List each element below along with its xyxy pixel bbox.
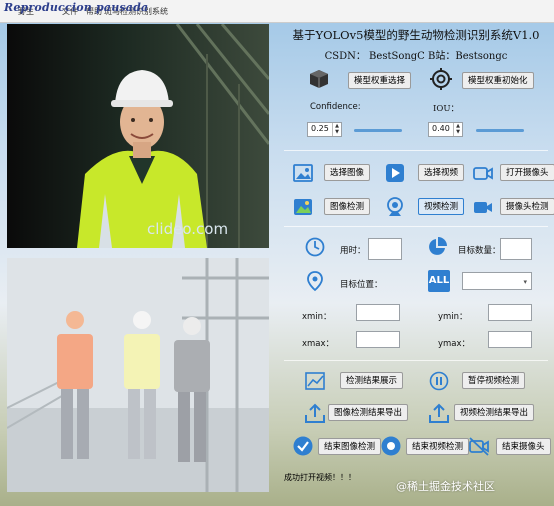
all-targets-icon: ALL: [428, 270, 450, 292]
divider: [284, 360, 548, 361]
pie-chart-icon: [429, 237, 447, 255]
model-cube-icon: [310, 70, 328, 88]
camera-detect-button[interactable]: 摄像头检测: [500, 198, 554, 215]
image-detect-button[interactable]: 图像检测: [324, 198, 371, 215]
confidence-label: Confidence:: [310, 102, 361, 112]
image-icon: [293, 164, 313, 182]
location-pin-icon: [307, 271, 323, 292]
video-watermark: clideo.com: [147, 220, 229, 238]
app-window: 野生 文件 帮助 斑马检测识别系统 Reproduccion pausada c…: [0, 0, 554, 506]
select-video-button[interactable]: 选择视频: [418, 164, 465, 181]
video-file-icon: [386, 164, 404, 182]
xmin-label: xmin：: [302, 312, 332, 322]
export-image-icon: [305, 403, 325, 423]
system-title: 基于YOLOv5模型的野生动物检测识别系统V1.0: [292, 28, 540, 42]
export-image-results-button[interactable]: 图像检测结果导出: [328, 404, 409, 421]
line-chart-icon: [305, 372, 325, 390]
target-count-output: [500, 238, 532, 260]
ymax-label: ymax：: [438, 339, 471, 349]
open-camera-button[interactable]: 打开摄像头: [500, 164, 554, 181]
camera-off-icon: [469, 437, 489, 456]
pause-icon: [429, 371, 449, 391]
xmin-output: [356, 304, 400, 321]
xmax-label: xmax：: [302, 339, 335, 349]
ymax-output: [488, 331, 532, 348]
iou-value: 0.40: [432, 124, 450, 133]
camera-outline-icon: [473, 167, 493, 180]
video-detect-button[interactable]: 视频检测: [418, 198, 465, 215]
original-video-pane: clideo.com: [7, 24, 269, 248]
confidence-slider[interactable]: [354, 129, 402, 132]
divider: [284, 226, 548, 227]
control-panel: 基于YOLOv5模型的野生动物检测识别系统V1.0 CSDN： BestSong…: [278, 22, 554, 506]
pause-video-detect-button[interactable]: 暂停视频检测: [462, 372, 526, 389]
iou-spin-arrows-icon[interactable]: ▲ ▼: [453, 123, 462, 136]
target-init-icon: [430, 68, 452, 90]
ymin-label: ymin：: [438, 312, 468, 322]
status-message: 成功打开视频！！！: [284, 473, 356, 482]
ymin-output: [488, 304, 532, 321]
target-count-label: 目标数量：: [458, 246, 501, 256]
confidence-spinbox[interactable]: 0.25 ▲ ▼: [307, 122, 342, 137]
iou-label: IOU：: [433, 104, 459, 114]
export-video-icon: [429, 403, 449, 423]
title-bar: 野生 文件 帮助 斑马检测识别系统 Reproduccion pausada: [0, 0, 554, 23]
playback-overlay-text: Reproduccion pausada: [4, 1, 149, 14]
detection-video-pane: [7, 258, 269, 492]
end-camera-button[interactable]: 结束摄像头: [496, 438, 551, 455]
target-select-dropdown[interactable]: ▾: [462, 272, 532, 290]
confidence-value: 0.25: [311, 124, 329, 133]
time-label: 用时：: [340, 246, 366, 256]
end-image-detect-button[interactable]: 结束图像检测: [318, 438, 382, 455]
divider: [284, 150, 548, 151]
worker-video-frame: [7, 24, 269, 248]
check-circle-icon: [293, 436, 313, 456]
iou-slider[interactable]: [476, 129, 524, 132]
end-video-detect-button[interactable]: 结束视频检测: [406, 438, 470, 455]
landscape-icon: [294, 199, 312, 215]
model-weight-select-button[interactable]: 模型权重选择: [348, 72, 412, 89]
confidence-spin-arrows-icon[interactable]: ▲ ▼: [332, 123, 341, 136]
iou-spinbox[interactable]: 0.40 ▲ ▼: [428, 122, 463, 137]
xmax-output: [356, 331, 400, 348]
select-image-button[interactable]: 选择图像: [324, 164, 371, 181]
model-weight-init-button[interactable]: 模型权重初始化: [462, 72, 534, 89]
show-results-button[interactable]: 检测结果展示: [340, 372, 404, 389]
chevron-down-icon: ▾: [523, 278, 527, 286]
export-video-results-button[interactable]: 视频检测结果导出: [454, 404, 535, 421]
camera-filled-icon: [474, 202, 492, 213]
detection-video-frame: [7, 258, 269, 492]
webcam-icon: [387, 197, 403, 216]
clock-icon: [305, 237, 325, 257]
author-info: CSDN： BestSongC B站：Bestsongc: [324, 51, 508, 62]
time-output: [368, 238, 402, 260]
site-watermark: @稀土掘金技术社区: [396, 480, 495, 493]
target-position-label: 目标位置：: [340, 280, 383, 290]
stop-circle-icon: [381, 436, 401, 456]
